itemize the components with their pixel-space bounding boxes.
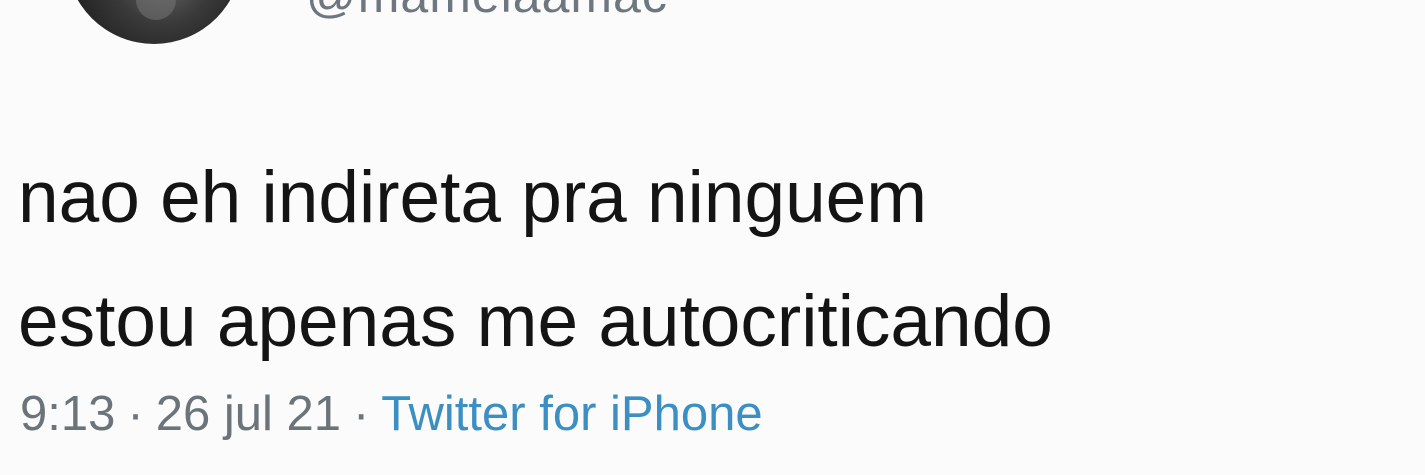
tweet-text-line-1: nao eh indireta pra ninguem: [18, 157, 928, 238]
tweet-text: nao eh indireta pra ninguem estou apenas…: [18, 136, 1053, 384]
tweet-text-line-2: estou apenas me autocriticando: [18, 281, 1053, 362]
tweet-card: @mamelaamac nao eh indireta pra ninguem …: [0, 0, 1425, 475]
tweet-source-link[interactable]: Twitter for iPhone: [381, 387, 762, 441]
meta-separator: ·: [352, 387, 370, 441]
meta-separator: ·: [127, 387, 144, 441]
user-handle[interactable]: @mamelaamac: [306, 0, 668, 24]
tweet-time[interactable]: 9:13: [20, 387, 115, 441]
avatar[interactable]: [66, 0, 242, 44]
tweet-meta: 9:13 · 26 jul 21 · Twitter for iPhone: [20, 384, 763, 444]
tweet-date[interactable]: 26 jul 21: [156, 387, 341, 441]
